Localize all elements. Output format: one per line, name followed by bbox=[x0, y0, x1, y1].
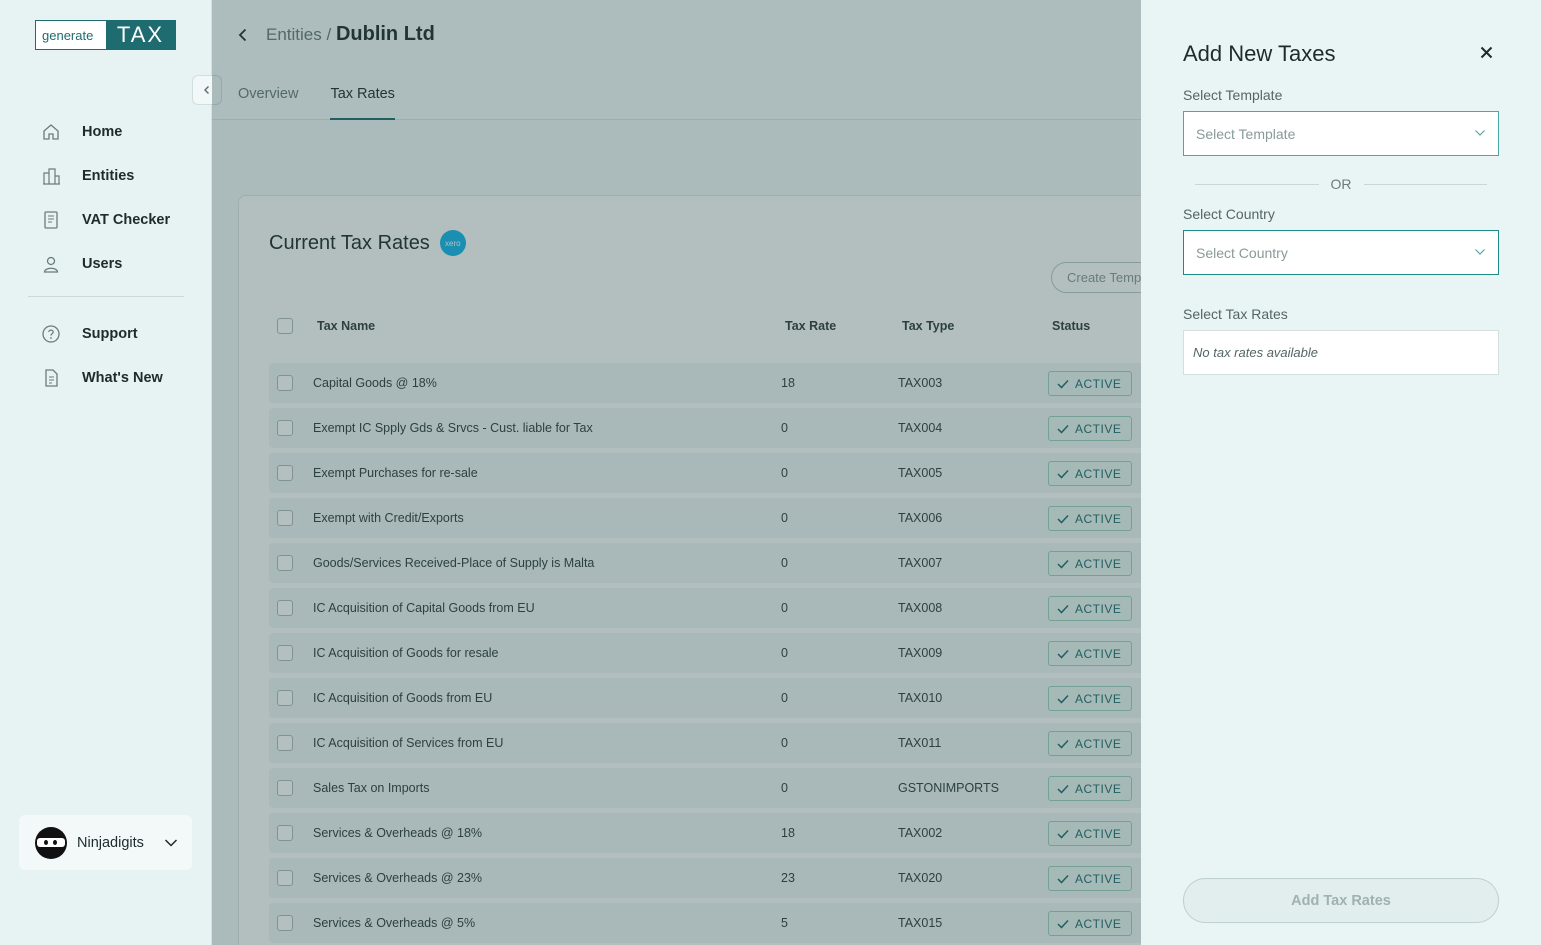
close-button[interactable] bbox=[1477, 43, 1495, 61]
sidebar-item-users[interactable]: Users bbox=[40, 242, 200, 286]
logo[interactable]: generate TAX bbox=[35, 20, 176, 50]
tax-rates-list: No tax rates available bbox=[1183, 330, 1499, 375]
user-icon bbox=[40, 253, 62, 275]
help-icon bbox=[40, 323, 62, 345]
sidebar-item-whats-new[interactable]: What's New bbox=[40, 356, 200, 400]
drawer-title: Add New Taxes bbox=[1183, 41, 1336, 66]
country-label: Select Country bbox=[1183, 206, 1275, 222]
news-icon bbox=[40, 367, 62, 389]
building-icon bbox=[40, 165, 62, 187]
avatar bbox=[35, 826, 67, 859]
document-icon bbox=[40, 209, 62, 231]
template-label: Select Template bbox=[1183, 87, 1283, 103]
sidebar-item-vat-checker[interactable]: VAT Checker bbox=[40, 198, 200, 242]
home-icon bbox=[40, 121, 62, 143]
user-menu[interactable]: Ninjadigits bbox=[19, 815, 192, 870]
sidebar-item-label: Entities bbox=[82, 168, 135, 184]
secondary-nav: Support What's New bbox=[40, 312, 200, 400]
sidebar-item-label: Support bbox=[82, 326, 138, 342]
or-text: OR bbox=[1330, 176, 1352, 192]
divider-line bbox=[1363, 183, 1487, 185]
country-select-placeholder: Select Country bbox=[1196, 244, 1288, 261]
empty-state-text: No tax rates available bbox=[1193, 345, 1319, 360]
sidebar-item-home[interactable]: Home bbox=[40, 110, 200, 154]
country-select[interactable]: Select Country bbox=[1183, 230, 1499, 275]
main-nav: Home Entities VAT Checker Users bbox=[40, 110, 200, 286]
sidebar-item-support[interactable]: Support bbox=[40, 312, 200, 356]
nav-divider bbox=[28, 296, 184, 297]
chevron-down-icon bbox=[164, 838, 178, 847]
chevron-down-icon bbox=[1475, 249, 1485, 255]
sidebar-item-label: VAT Checker bbox=[82, 212, 171, 228]
add-taxes-drawer: Add New Taxes Select Template Select Tem… bbox=[1141, 0, 1541, 945]
logo-text-generate: generate bbox=[36, 21, 106, 49]
or-divider: OR bbox=[1195, 174, 1487, 194]
sidebar-item-label: Users bbox=[82, 256, 123, 272]
user-name: Ninjadigits bbox=[77, 834, 144, 851]
sidebar-item-label: What's New bbox=[82, 370, 163, 386]
add-tax-rates-button[interactable]: Add Tax Rates bbox=[1183, 878, 1499, 923]
sidebar-item-entities[interactable]: Entities bbox=[40, 154, 200, 198]
logo-text-tax: TAX bbox=[106, 21, 175, 49]
divider-line bbox=[1195, 183, 1319, 185]
template-select[interactable]: Select Template bbox=[1183, 111, 1499, 156]
close-icon bbox=[1480, 46, 1492, 58]
sidebar: generate TAX Home Entities VAT Checker U… bbox=[0, 0, 222, 945]
chevron-left-icon bbox=[204, 86, 209, 94]
sidebar-item-label: Home bbox=[82, 124, 123, 140]
template-select-placeholder: Select Template bbox=[1196, 125, 1296, 142]
tax-rates-label: Select Tax Rates bbox=[1183, 306, 1288, 322]
chevron-down-icon bbox=[1475, 130, 1485, 136]
